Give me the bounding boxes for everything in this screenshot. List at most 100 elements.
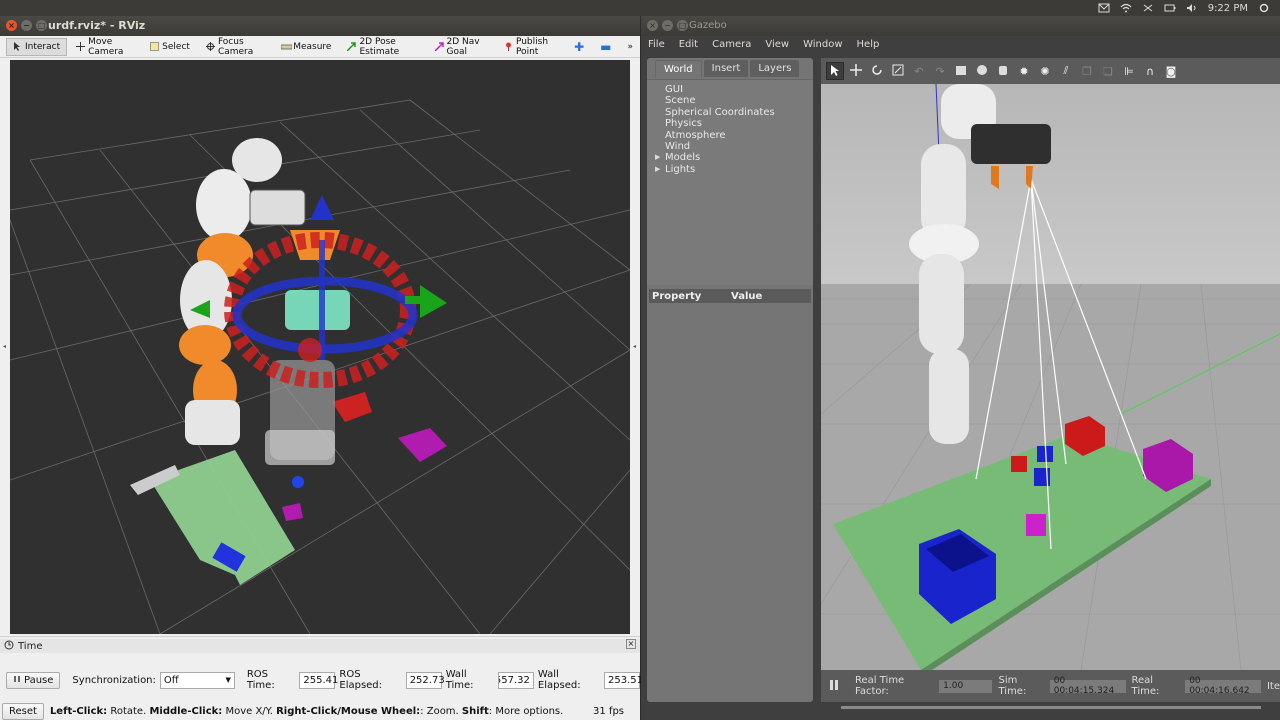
rotate-icon <box>871 64 883 79</box>
tree-item-wind[interactable]: Wind <box>665 141 813 152</box>
tab-world[interactable]: World <box>655 60 702 77</box>
rtf-label: Real Time Factor: <box>855 675 905 697</box>
menu-window[interactable]: Window <box>803 39 842 50</box>
sync-select[interactable]: Off ▼ <box>159 671 235 689</box>
tree-item-atmosphere[interactable]: Atmosphere <box>665 130 813 141</box>
tree-item-scene[interactable]: Scene <box>665 95 813 106</box>
minimize-window-button[interactable]: − <box>21 20 32 31</box>
undo-button[interactable]: ↶ <box>910 62 928 80</box>
battery-icon[interactable] <box>1164 3 1176 13</box>
wifi-icon[interactable] <box>1120 3 1132 13</box>
hint-part: Right-Click/Mouse Wheel: <box>276 706 421 717</box>
directional-light-icon: ⫽ <box>1063 64 1069 77</box>
minimize-window-button[interactable]: − <box>662 20 673 31</box>
maximize-window-button[interactable]: □ <box>677 20 688 31</box>
pause-button[interactable]: Pause <box>6 671 61 689</box>
hint-part: Move X/Y. <box>222 706 277 717</box>
sphere-shape-button[interactable] <box>973 62 991 80</box>
ros-time-field[interactable]: 255.41 <box>299 671 338 689</box>
paste-button[interactable]: ❏ <box>1099 62 1117 80</box>
wall-elapsed-field[interactable]: 253.51 <box>604 671 643 689</box>
tool-2d-pose-estimate[interactable]: 2D Pose Estimate <box>340 37 425 57</box>
tree-item-spherical-coordinates[interactable]: Spherical Coordinates <box>665 107 813 118</box>
volume-icon[interactable] <box>1186 3 1198 13</box>
iterations-label: Ite <box>1266 680 1280 692</box>
rviz-3d-viewport[interactable] <box>10 60 630 634</box>
gazebo-window: × − □ Gazebo File Edit Camera View Windo… <box>641 16 1280 720</box>
tree-item-gui[interactable]: GUI <box>665 84 813 95</box>
tool-measure[interactable]: Measure <box>274 38 338 56</box>
tab-layers[interactable]: Layers <box>750 60 800 77</box>
menu-help[interactable]: Help <box>857 39 880 50</box>
fps-readout: 31 fps <box>593 706 624 717</box>
tool-select[interactable]: Select <box>143 38 197 56</box>
tree-item-physics[interactable]: Physics <box>665 118 813 129</box>
maximize-window-button[interactable]: □ <box>36 20 47 31</box>
directional-light-button[interactable]: ⫽ <box>1057 62 1075 80</box>
real-time-label: Real Time: <box>1131 675 1160 697</box>
rotate-mode-button[interactable] <box>868 62 886 80</box>
point-light-button[interactable]: ✹ <box>1015 62 1033 80</box>
mail-icon[interactable] <box>1098 3 1110 13</box>
ros-elapsed-label: ROS Elapsed: <box>339 669 383 691</box>
spot-light-button[interactable]: ✺ <box>1036 62 1054 80</box>
plus-icon: ✚ <box>574 39 585 54</box>
toolbar-overflow-button[interactable]: » <box>620 38 640 56</box>
translate-mode-button[interactable] <box>847 62 865 80</box>
tool-focus-camera[interactable]: Focus Camera <box>199 37 272 57</box>
value-column-header: Value <box>731 290 763 302</box>
tree-item-models[interactable]: ▶ Models <box>655 152 813 163</box>
snap-button[interactable]: ∩ <box>1141 62 1159 80</box>
tool-publish-point[interactable]: Publish Point <box>497 37 565 57</box>
sun-icon: ✹ <box>1019 64 1029 78</box>
undo-icon: ↶ <box>914 64 924 78</box>
close-panel-button[interactable]: × <box>626 639 636 649</box>
menu-file[interactable]: File <box>648 39 665 50</box>
keyboard-icon[interactable] <box>1142 3 1154 13</box>
tool-2d-nav-goal[interactable]: 2D Nav Goal <box>428 37 495 57</box>
tab-insert[interactable]: Insert <box>703 60 749 77</box>
redo-button[interactable]: ↷ <box>931 62 949 80</box>
hint-part: Left-Click: <box>49 706 108 717</box>
move-camera-icon <box>76 42 86 51</box>
menu-view[interactable]: View <box>765 39 789 50</box>
add-tool-button[interactable]: ✚ <box>567 38 591 56</box>
cylinder-shape-button[interactable] <box>994 62 1012 80</box>
left-splitter[interactable]: ◂ <box>0 60 10 634</box>
align-button[interactable]: ⊫ <box>1120 62 1138 80</box>
scale-mode-button[interactable] <box>889 62 907 80</box>
time-panel-header: Time × <box>0 639 640 653</box>
select-box-icon <box>150 42 160 51</box>
close-window-button[interactable]: × <box>647 20 658 31</box>
right-splitter[interactable]: ◂ <box>630 60 640 634</box>
reset-button[interactable]: Reset <box>2 703 44 720</box>
menu-camera[interactable]: Camera <box>712 39 751 50</box>
system-tray: 9:22 PM <box>1098 0 1270 16</box>
expand-arrow-icon[interactable]: ▶ <box>655 152 663 163</box>
tree-label: GUI <box>665 84 684 95</box>
world-tree: GUI Scene Spherical Coordinates Physics … <box>647 79 813 285</box>
ros-elapsed-field[interactable]: 252.73 <box>405 671 445 689</box>
gazebo-3d-viewport[interactable] <box>821 84 1280 670</box>
system-clock[interactable]: 9:22 PM <box>1208 3 1248 14</box>
close-window-button[interactable]: × <box>6 20 17 31</box>
tool-interact[interactable]: Interact <box>6 37 68 56</box>
align-icon: ⊫ <box>1124 64 1134 78</box>
expand-arrow-icon[interactable]: ▶ <box>655 164 663 175</box>
select-mode-button[interactable] <box>826 62 844 80</box>
sim-time-label: Sim Time: <box>998 675 1027 697</box>
wall-time-field[interactable]: 4557.32 <box>498 671 534 689</box>
tool-label: Select <box>162 41 190 52</box>
tool-move-camera[interactable]: Move Camera <box>69 37 141 57</box>
settings-gear-icon[interactable] <box>1258 3 1270 13</box>
tree-item-lights[interactable]: ▶ Lights <box>655 164 813 175</box>
system-top-bar: 9:22 PM <box>0 0 1280 16</box>
copy-button[interactable]: ❐ <box>1078 62 1096 80</box>
horizontal-scrollbar[interactable] <box>821 699 1280 709</box>
rtf-value: 1.00 <box>939 679 993 693</box>
play-pause-button[interactable] <box>829 679 839 694</box>
screenshot-button[interactable]: ◙ <box>1162 62 1180 80</box>
remove-tool-button[interactable]: ▬ <box>593 38 618 56</box>
menu-edit[interactable]: Edit <box>679 39 698 50</box>
box-shape-button[interactable] <box>952 62 970 80</box>
